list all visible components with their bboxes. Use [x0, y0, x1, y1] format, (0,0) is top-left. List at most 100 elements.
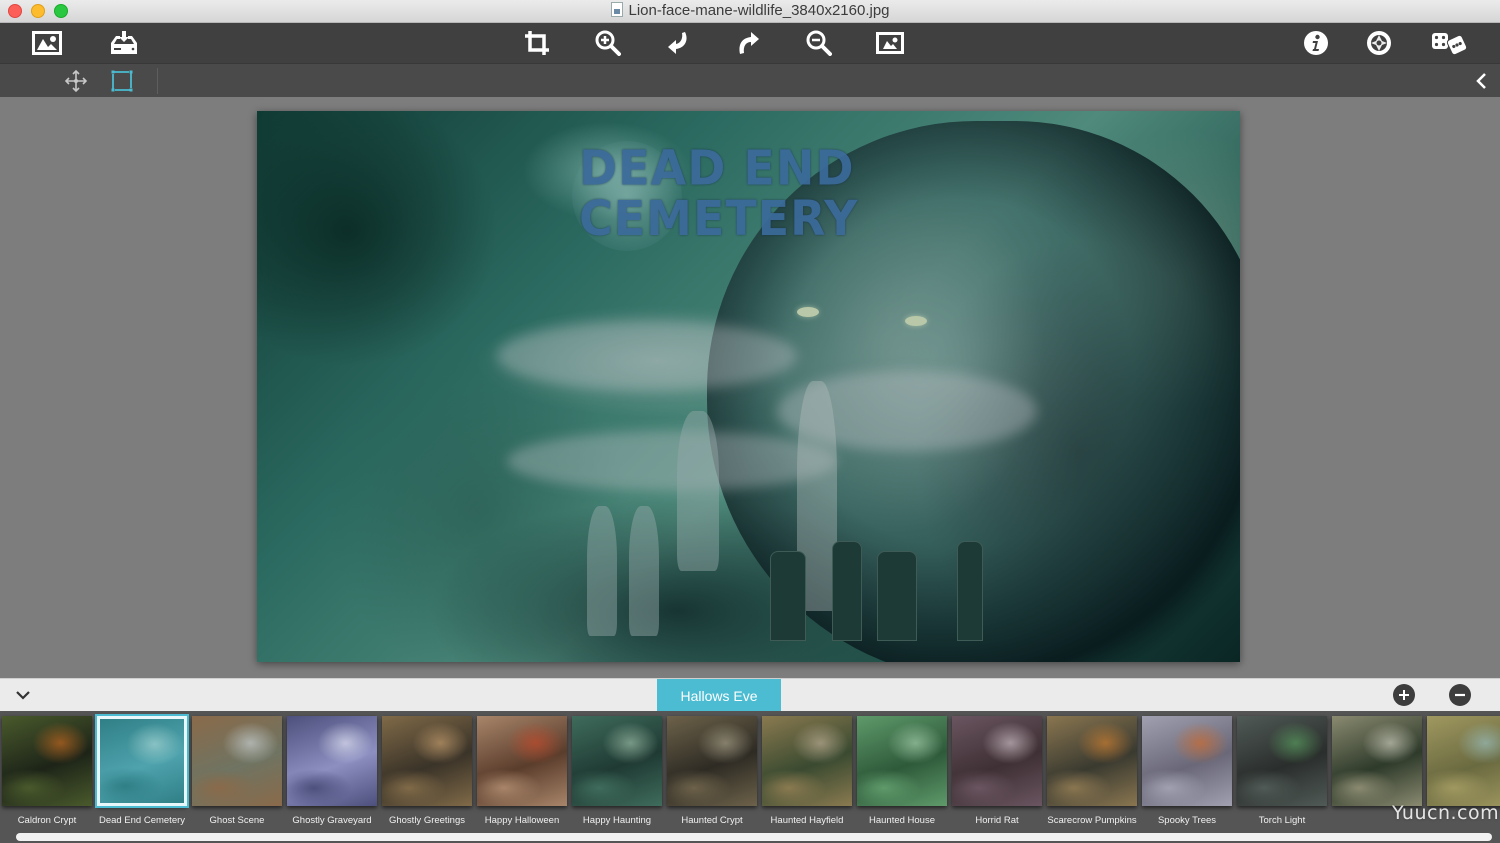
main-toolbar [0, 23, 1500, 63]
selection-rect-icon [111, 70, 133, 92]
preset-label: Scarecrow Pumpkins [1047, 814, 1137, 826]
preset-thumbnail[interactable]: Ghostly Graveyard [287, 716, 377, 832]
preset-thumbnail[interactable]: Horrid Rat [952, 716, 1042, 832]
preset-thumbnail[interactable]: Haunted Crypt [667, 716, 757, 832]
edited-photo[interactable]: Dead End Cemetery [257, 111, 1240, 662]
category-tab[interactable]: Hallows Eve [657, 679, 781, 712]
preset-preview-image [762, 716, 852, 806]
tool-options-bar [0, 63, 1500, 97]
presets-strip: Caldron Crypt Dead End Cemetery Ghost Scen… [0, 711, 1500, 843]
collapse-panel-button[interactable] [12, 685, 34, 705]
select-tool-button[interactable] [108, 68, 136, 94]
preset-thumbnail[interactable]: Haunted Hayfield [762, 716, 852, 832]
rotate-left-arrow-icon [668, 32, 687, 54]
lion-eye [797, 307, 819, 317]
zoom-in-icon [595, 30, 621, 56]
dice-icon [1432, 33, 1468, 56]
preset-thumbnail[interactable]: Caldron Crypt [2, 716, 92, 832]
overlay-title: Dead End Cemetery [579, 143, 858, 244]
preset-preview-image [1237, 716, 1327, 806]
preset-preview-image [95, 714, 189, 808]
preset-thumbnail[interactable]: Ghost Scene [192, 716, 282, 832]
window-title-text: Lion-face-mane-wildlife_3840x2160.jpg [628, 2, 890, 19]
preset-preview-image [857, 716, 947, 806]
overlay-title-line1: Dead End [579, 139, 855, 197]
preset-label: Ghostly Graveyard [292, 814, 372, 826]
fit-to-window-button[interactable] [872, 27, 908, 59]
random-button[interactable] [1429, 27, 1469, 59]
preset-preview-image [667, 716, 757, 806]
ghost-girl-figure [629, 506, 659, 636]
rotate-left-button[interactable] [660, 27, 696, 59]
preset-preview-image [192, 716, 282, 806]
toolbar-divider [157, 68, 158, 94]
preset-preview-image [572, 716, 662, 806]
picture-frame-icon [32, 31, 62, 55]
minus-icon [1455, 693, 1465, 697]
zoom-out-icon [806, 30, 832, 56]
preset-preview-image [287, 716, 377, 806]
presets-scrollbar[interactable] [16, 833, 1492, 841]
lion-eye [905, 316, 927, 326]
preset-label: Caldron Crypt [17, 814, 77, 826]
plus-icon [1399, 690, 1409, 700]
settings-button[interactable] [1361, 27, 1397, 59]
jpg-document-icon [610, 2, 623, 17]
preset-preview-image [2, 716, 92, 806]
overlay-title-line2: Cemetery [579, 189, 859, 247]
preset-label: Torch Light [1258, 814, 1306, 826]
aperture-icon [1367, 31, 1391, 55]
preset-thumbnail[interactable]: Spooky Trees [1142, 716, 1232, 832]
save-export-button[interactable] [106, 27, 142, 59]
mist [507, 431, 837, 491]
rotate-right-button[interactable] [731, 27, 767, 59]
presets-panel-header: Hallows Eve [0, 678, 1500, 712]
tray-download-icon [111, 31, 137, 54]
move-tool-button[interactable] [62, 68, 90, 94]
preset-preview-image [382, 716, 472, 806]
preset-label: Haunted Crypt [681, 814, 743, 826]
preset-label: Horrid Rat [975, 814, 1019, 826]
zoom-out-button[interactable] [801, 27, 837, 59]
rotate-right-arrow-icon [739, 32, 759, 54]
preset-thumbnail[interactable]: Torch Light [1237, 716, 1327, 832]
gravestone [770, 551, 806, 641]
preset-label: Haunted Hayfield [770, 814, 844, 826]
preset-thumbnail[interactable]: Dead End Cemetery [95, 714, 189, 832]
title-bar: Lion-face-mane-wildlife_3840x2160.jpg [0, 0, 1500, 23]
preset-thumbnail[interactable]: Happy Halloween [477, 716, 567, 832]
image-canvas[interactable]: Dead End Cemetery [0, 97, 1500, 678]
gravestone [877, 551, 917, 641]
move-arrows-icon [64, 69, 88, 93]
preset-thumbnail[interactable]: Ghostly Greetings [382, 716, 472, 832]
ghost-woman-figure [677, 411, 719, 571]
preset-preview-image [477, 716, 567, 806]
zoom-in-button[interactable] [590, 27, 626, 59]
open-image-button[interactable] [29, 27, 65, 59]
preset-thumbnail[interactable]: Happy Haunting [572, 716, 662, 832]
preset-thumbnail[interactable]: Haunted House [857, 716, 947, 832]
gravestone [957, 541, 983, 641]
preset-preview-image [1047, 716, 1137, 806]
collapse-sidebar-button[interactable] [1468, 68, 1496, 94]
preset-preview-image [1332, 716, 1422, 806]
preset-label: Haunted House [868, 814, 936, 826]
window-title: Lion-face-mane-wildlife_3840x2160.jpg [0, 2, 1500, 19]
chevron-left-icon [1476, 73, 1486, 89]
add-preset-button[interactable] [1393, 684, 1415, 706]
picture-frame-icon [876, 32, 904, 54]
crop-icon [525, 31, 549, 55]
mist [497, 321, 797, 391]
info-icon [1304, 31, 1328, 55]
info-button[interactable] [1298, 27, 1334, 59]
preset-label: Spooky Trees [1157, 814, 1217, 826]
chevron-down-icon [16, 691, 30, 700]
remove-preset-button[interactable] [1449, 684, 1471, 706]
preset-label: Ghostly Greetings [388, 814, 466, 826]
preset-thumbnail[interactable]: Scarecrow Pumpkins [1047, 716, 1137, 832]
crop-button[interactable] [519, 27, 555, 59]
preset-preview-image [1427, 716, 1500, 806]
watermark: Yuucn.com [1392, 802, 1500, 824]
preset-preview-image [1142, 716, 1232, 806]
preset-preview-image [952, 716, 1042, 806]
